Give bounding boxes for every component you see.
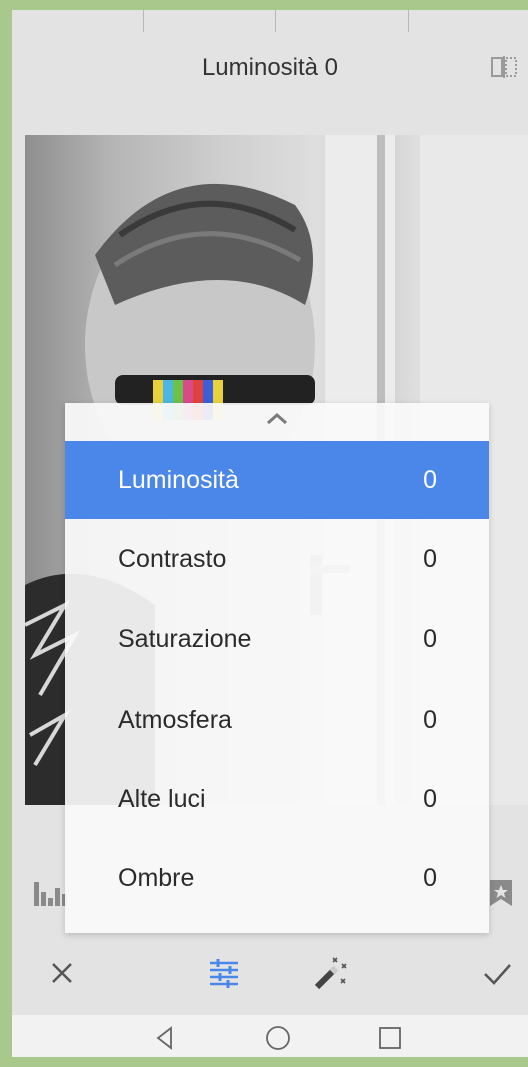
top-divider-lines bbox=[12, 10, 528, 34]
menu-item-label: Luminosità bbox=[118, 465, 239, 494]
menu-item-value: 0 bbox=[423, 624, 437, 653]
menu-item-alte-luci[interactable]: Alte luci 0 bbox=[65, 760, 489, 838]
menu-item-ombre[interactable]: Ombre 0 bbox=[65, 839, 489, 917]
menu-item-label: Ombre bbox=[118, 863, 195, 892]
menu-item-atmosfera[interactable]: Atmosfera 0 bbox=[65, 681, 489, 759]
adjustments-menu: Luminosità 0 Contrasto 0 Saturazione 0 A… bbox=[65, 403, 489, 933]
square-recents-icon[interactable] bbox=[375, 1023, 405, 1053]
bookmark-star-icon[interactable] bbox=[488, 878, 514, 908]
triangle-back-icon[interactable] bbox=[150, 1023, 180, 1053]
menu-item-label: Alte luci bbox=[118, 784, 206, 813]
menu-item-luminosita[interactable]: Luminosità 0 bbox=[65, 441, 489, 519]
menu-item-saturazione[interactable]: Saturazione 0 bbox=[65, 600, 489, 678]
tune-sliders-icon[interactable] bbox=[204, 953, 244, 993]
menu-item-label: Contrasto bbox=[118, 544, 227, 573]
menu-item-value: 0 bbox=[423, 784, 437, 813]
chevron-up-icon[interactable] bbox=[265, 409, 289, 427]
magic-wand-icon[interactable] bbox=[309, 953, 349, 993]
menu-item-label: Saturazione bbox=[118, 624, 252, 653]
menu-item-value: 0 bbox=[423, 465, 437, 494]
menu-item-value: 0 bbox=[423, 544, 437, 573]
menu-item-value: 0 bbox=[423, 705, 437, 734]
menu-item-label: Atmosfera bbox=[118, 705, 232, 734]
app-screen: Luminosità 0 Luminosità 0 Contrasto 0 Sa… bbox=[12, 10, 528, 1057]
menu-item-contrasto[interactable]: Contrasto 0 bbox=[65, 520, 489, 598]
compare-split-icon[interactable] bbox=[490, 56, 518, 78]
menu-item-value: 0 bbox=[423, 863, 437, 892]
circle-home-icon[interactable] bbox=[263, 1023, 293, 1053]
close-icon[interactable] bbox=[42, 953, 82, 993]
page-title: Luminosità 0 bbox=[201, 54, 339, 81]
system-navigation-bar bbox=[12, 1015, 528, 1057]
bottom-toolbar bbox=[12, 935, 528, 1015]
check-icon[interactable] bbox=[477, 953, 517, 993]
